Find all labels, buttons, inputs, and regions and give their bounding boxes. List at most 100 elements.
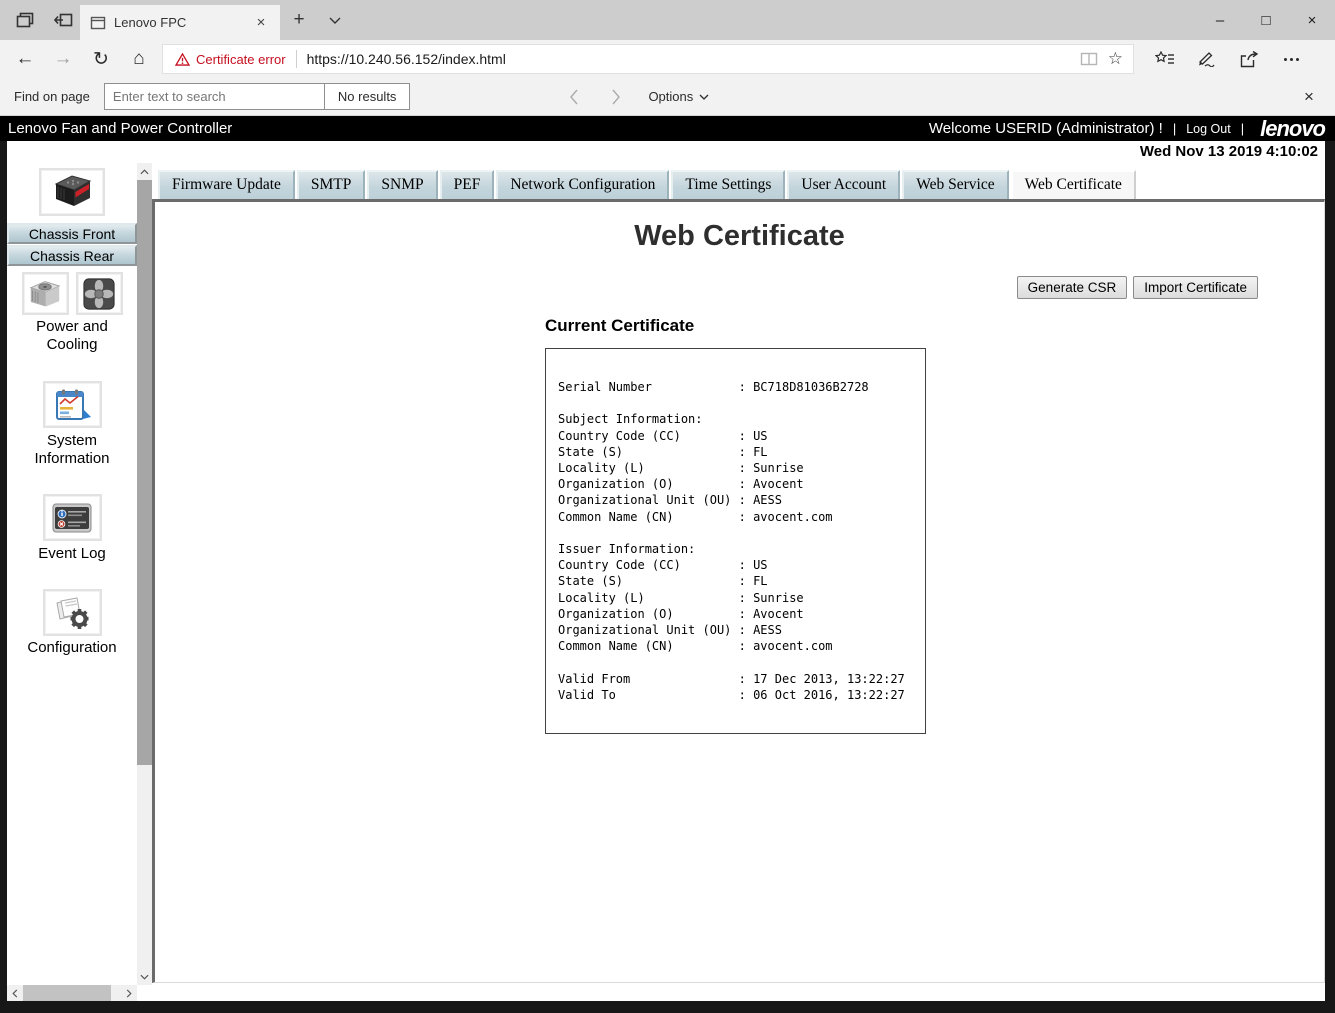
system-information-button[interactable] — [43, 381, 102, 428]
window-controls: – □ × — [1197, 0, 1335, 40]
new-tab-button[interactable]: + — [280, 0, 318, 40]
certificate-error-badge[interactable]: Certificate error — [175, 52, 286, 67]
share-icon[interactable] — [1228, 40, 1270, 78]
tab-web-service[interactable]: Web Service — [902, 170, 1008, 199]
power-supply-icon — [27, 278, 63, 310]
content-frame: Firmware Update SMTP SNMP PEF Network Co… — [152, 163, 1325, 1001]
web-notes-pen-icon[interactable] — [1186, 40, 1228, 78]
tab-network-configuration[interactable]: Network Configuration — [496, 170, 669, 199]
scroll-right-icon[interactable] — [121, 985, 137, 1001]
tabs-restore-icon[interactable] — [46, 12, 80, 28]
configuration-icon — [51, 595, 93, 631]
scroll-down-icon[interactable] — [137, 968, 152, 985]
configuration-button[interactable] — [43, 589, 102, 636]
current-certificate-heading: Current Certificate — [545, 316, 694, 336]
settings-tab-bar: Firmware Update SMTP SNMP PEF Network Co… — [152, 169, 1325, 199]
scroll-up-icon[interactable] — [137, 163, 152, 180]
back-icon[interactable]: ← — [6, 40, 44, 78]
tab-firmware-update[interactable]: Firmware Update — [158, 170, 295, 199]
tab-user-account[interactable]: User Account — [787, 170, 900, 199]
titlebar-spacer — [352, 0, 1197, 40]
refresh-icon[interactable]: ↻ — [82, 40, 120, 78]
browser-titlebar: Lenovo FPC × + – □ × — [0, 0, 1335, 40]
import-certificate-button[interactable]: Import Certificate — [1133, 276, 1258, 299]
tab-title: Lenovo FPC — [114, 15, 244, 30]
page-area: Wed Nov 13 2019 4:10:02 — [0, 141, 1335, 1013]
lenovo-logo: lenovo — [1254, 116, 1325, 142]
chassis-icon — [48, 173, 96, 211]
warning-triangle-icon — [175, 53, 190, 66]
chevron-down-icon — [699, 94, 709, 100]
tab-page-icon — [90, 16, 106, 30]
app-banner: Lenovo Fan and Power Controller Welcome … — [0, 116, 1335, 141]
welcome-text: Welcome USERID (Administrator) ! — [929, 120, 1163, 137]
find-on-page-bar: Find on page No results Options × — [0, 78, 1335, 116]
tabs-set-aside-icon[interactable] — [8, 12, 42, 28]
titlebar-left-icons — [0, 0, 80, 40]
generate-csr-button[interactable]: Generate CSR — [1017, 276, 1128, 299]
sidebar-vertical-scrollbar[interactable] — [137, 163, 152, 985]
chassis-front-button[interactable]: Chassis Front — [7, 223, 137, 244]
close-window-button[interactable]: × — [1289, 0, 1335, 40]
system-information-icon — [51, 387, 93, 423]
page-title: Web Certificate — [155, 220, 1324, 253]
cooling-fan-button[interactable] — [76, 272, 123, 315]
reading-view-icon[interactable] — [1080, 52, 1098, 66]
forward-icon[interactable]: → — [44, 40, 82, 78]
power-supply-button[interactable] — [22, 272, 69, 315]
find-close-icon[interactable]: × — [1289, 87, 1329, 107]
tab-time-settings[interactable]: Time Settings — [671, 170, 785, 199]
find-navigation — [560, 83, 630, 111]
add-favorite-star-icon[interactable]: ☆ — [1108, 49, 1123, 69]
event-log-button[interactable] — [43, 494, 102, 541]
certificate-details-box: Serial Number : BC718D81036B2728 Subject… — [545, 348, 926, 734]
more-options-icon[interactable] — [1270, 40, 1312, 78]
event-log-icon — [51, 502, 93, 534]
maximize-button[interactable]: □ — [1243, 0, 1289, 40]
certificate-actions: Generate CSR Import Certificate — [1017, 276, 1258, 299]
datetime-text: Wed Nov 13 2019 4:10:02 — [7, 141, 1325, 163]
tab-smtp[interactable]: SMTP — [297, 170, 366, 199]
hub-favorites-icon[interactable] — [1144, 40, 1186, 78]
app-title: Lenovo Fan and Power Controller — [8, 120, 232, 137]
find-options-button[interactable]: Options — [648, 89, 709, 104]
tab-pef[interactable]: PEF — [440, 170, 495, 199]
web-certificate-panel: Web Certificate Generate CSR Import Cert… — [152, 199, 1325, 983]
sidebar-item-power-cooling[interactable]: Power and Cooling — [17, 318, 127, 354]
sidebar-item-configuration[interactable]: Configuration — [17, 639, 127, 657]
chassis-button[interactable] — [39, 168, 105, 216]
sidebar-item-system-information[interactable]: System Information — [17, 432, 127, 468]
banner-right: Welcome USERID (Administrator) ! | Log O… — [929, 116, 1325, 142]
scroll-left-icon[interactable] — [7, 985, 23, 1001]
address-bar[interactable]: Certificate error https://10.240.56.152/… — [162, 44, 1134, 74]
horizontal-scroll-thumb[interactable] — [23, 985, 111, 1001]
tab-close-icon[interactable]: × — [252, 14, 270, 31]
chassis-rear-button[interactable]: Chassis Rear — [7, 245, 137, 266]
find-search-input[interactable] — [104, 83, 324, 110]
banner-separator: | — [1241, 121, 1244, 136]
find-options-label: Options — [648, 89, 693, 104]
minimize-button[interactable]: – — [1197, 0, 1243, 40]
vertical-scroll-thumb[interactable] — [137, 180, 152, 765]
browser-navbar: ← → ↻ ⌂ Certificate error https://10.240… — [0, 40, 1335, 78]
sidebar-horizontal-scrollbar[interactable] — [7, 985, 137, 1001]
navbar-right-icons — [1144, 40, 1312, 78]
find-next-icon[interactable] — [602, 83, 630, 111]
tab-web-certificate[interactable]: Web Certificate — [1011, 170, 1136, 199]
certificate-text: Serial Number : BC718D81036B2728 Subject… — [558, 379, 917, 703]
logout-link[interactable]: Log Out — [1186, 122, 1230, 136]
find-on-page-label: Find on page — [14, 89, 90, 104]
address-divider — [296, 50, 297, 68]
home-icon[interactable]: ⌂ — [120, 40, 158, 78]
url-text[interactable]: https://10.240.56.152/index.html — [307, 51, 1080, 67]
browser-tab-lenovo-fpc[interactable]: Lenovo FPC × — [80, 5, 280, 40]
fan-icon — [82, 277, 116, 311]
find-result-count: No results — [324, 83, 411, 110]
find-box: No results — [104, 83, 411, 110]
tab-snmp[interactable]: SNMP — [367, 170, 437, 199]
banner-separator: | — [1173, 121, 1176, 136]
sidebar-item-event-log[interactable]: Event Log — [17, 545, 127, 563]
certificate-error-label: Certificate error — [196, 52, 286, 67]
tab-preview-chevron-icon[interactable] — [318, 0, 352, 40]
find-previous-icon[interactable] — [560, 83, 588, 111]
